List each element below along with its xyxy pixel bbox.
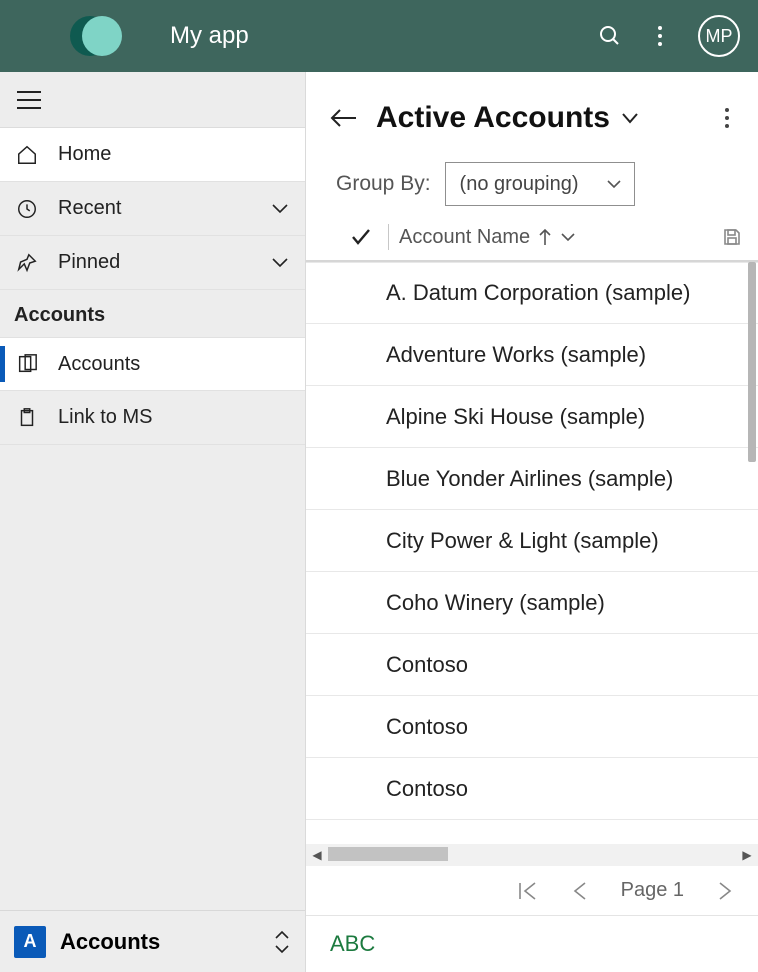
clipboard-icon — [16, 407, 44, 429]
record-name: City Power & Light (sample) — [386, 528, 659, 554]
accounts-icon — [16, 353, 44, 375]
up-down-chevrons-icon — [273, 929, 291, 955]
groupby-select[interactable]: (no grouping) — [445, 162, 635, 206]
scrollbar-thumb[interactable] — [328, 847, 448, 861]
nav-recent[interactable]: Recent — [0, 182, 305, 236]
column-header-text: Account Name — [399, 226, 530, 249]
sidebar: Home Recent Pinned Accou — [0, 72, 306, 972]
groupby-value: (no grouping) — [460, 173, 579, 196]
page-first-button[interactable] — [517, 881, 539, 901]
user-avatar[interactable]: MP — [698, 15, 740, 57]
scroll-left-icon[interactable]: ◀ — [306, 844, 328, 866]
chevron-down-icon — [620, 111, 640, 125]
record-name: A. Datum Corporation (sample) — [386, 280, 690, 306]
scrollbar-horizontal[interactable]: ◀ ▶ — [306, 844, 758, 866]
home-icon — [16, 144, 44, 166]
area-label: Accounts — [60, 929, 273, 955]
record-row[interactable]: Alpine Ski House (sample) — [306, 386, 758, 448]
record-name: Adventure Works (sample) — [386, 342, 646, 368]
record-row[interactable]: Coho Winery (sample) — [306, 572, 758, 634]
page-next-button[interactable] — [714, 881, 736, 901]
record-row[interactable]: City Power & Light (sample) — [306, 510, 758, 572]
clock-icon — [16, 198, 44, 220]
record-row[interactable]: Adventure Works (sample) — [306, 324, 758, 386]
back-button[interactable] — [330, 107, 366, 129]
area-switcher[interactable]: A Accounts — [0, 910, 305, 972]
search-icon[interactable] — [598, 24, 622, 48]
record-row[interactable]: A. Datum Corporation (sample) — [306, 262, 758, 324]
record-name: Coho Winery (sample) — [386, 590, 605, 616]
hamburger-icon[interactable] — [16, 89, 42, 111]
sidebar-item-label: Link to MS — [58, 406, 152, 429]
record-name: Alpine Ski House (sample) — [386, 404, 645, 430]
chevron-down-icon — [271, 203, 289, 215]
nav-label: Pinned — [58, 251, 120, 274]
record-row[interactable]: Blue Yonder Airlines (sample) — [306, 448, 758, 510]
record-name: Blue Yonder Airlines (sample) — [386, 466, 673, 492]
chevron-down-icon — [606, 178, 622, 190]
nav-pinned[interactable]: Pinned — [0, 236, 305, 290]
column-account-name[interactable]: Account Name — [399, 226, 576, 249]
page-prev-button[interactable] — [569, 881, 591, 901]
pin-icon — [16, 252, 44, 274]
sidebar-item-accounts[interactable]: Accounts — [0, 337, 305, 391]
scroll-right-icon[interactable]: ▶ — [736, 844, 758, 866]
view-title-text: Active Accounts — [376, 101, 610, 135]
record-row[interactable]: Contoso — [306, 634, 758, 696]
more-vertical-icon[interactable] — [650, 24, 670, 48]
record-row[interactable]: Contoso — [306, 758, 758, 820]
app-logo — [70, 8, 126, 64]
chevron-down-icon — [560, 231, 576, 243]
chevron-down-icon — [271, 257, 289, 269]
nav-label: Recent — [58, 197, 121, 220]
save-icon[interactable] — [722, 227, 742, 247]
pager-label: Page 1 — [621, 879, 684, 902]
bottom-command-label: ABC — [330, 931, 375, 957]
app-title: My app — [170, 22, 249, 50]
more-vertical-icon[interactable] — [716, 98, 738, 138]
area-badge: A — [14, 926, 46, 958]
record-name: Contoso — [386, 714, 468, 740]
divider — [388, 224, 389, 250]
groupby-label: Group By: — [336, 172, 431, 196]
main-panel: Active Accounts Group By: (no grouping) — [306, 72, 758, 972]
nav-section-header: Accounts — [0, 290, 305, 337]
record-list: A. Datum Corporation (sample) Adventure W… — [306, 262, 758, 820]
nav-home[interactable]: Home — [0, 128, 305, 182]
record-name: Contoso — [386, 776, 468, 802]
scrollbar-vertical[interactable] — [748, 262, 756, 462]
view-selector[interactable]: Active Accounts — [376, 101, 640, 135]
sidebar-item-link-to-ms[interactable]: Link to MS — [0, 391, 305, 445]
select-all-checkbox[interactable] — [350, 227, 378, 247]
bottom-command[interactable]: ABC — [306, 916, 758, 972]
sort-asc-icon — [538, 228, 552, 246]
record-row[interactable]: Contoso — [306, 696, 758, 758]
sidebar-item-label: Accounts — [58, 353, 140, 376]
nav-label: Home — [58, 143, 111, 166]
user-initials: MP — [706, 26, 733, 47]
record-name: Contoso — [386, 652, 468, 678]
